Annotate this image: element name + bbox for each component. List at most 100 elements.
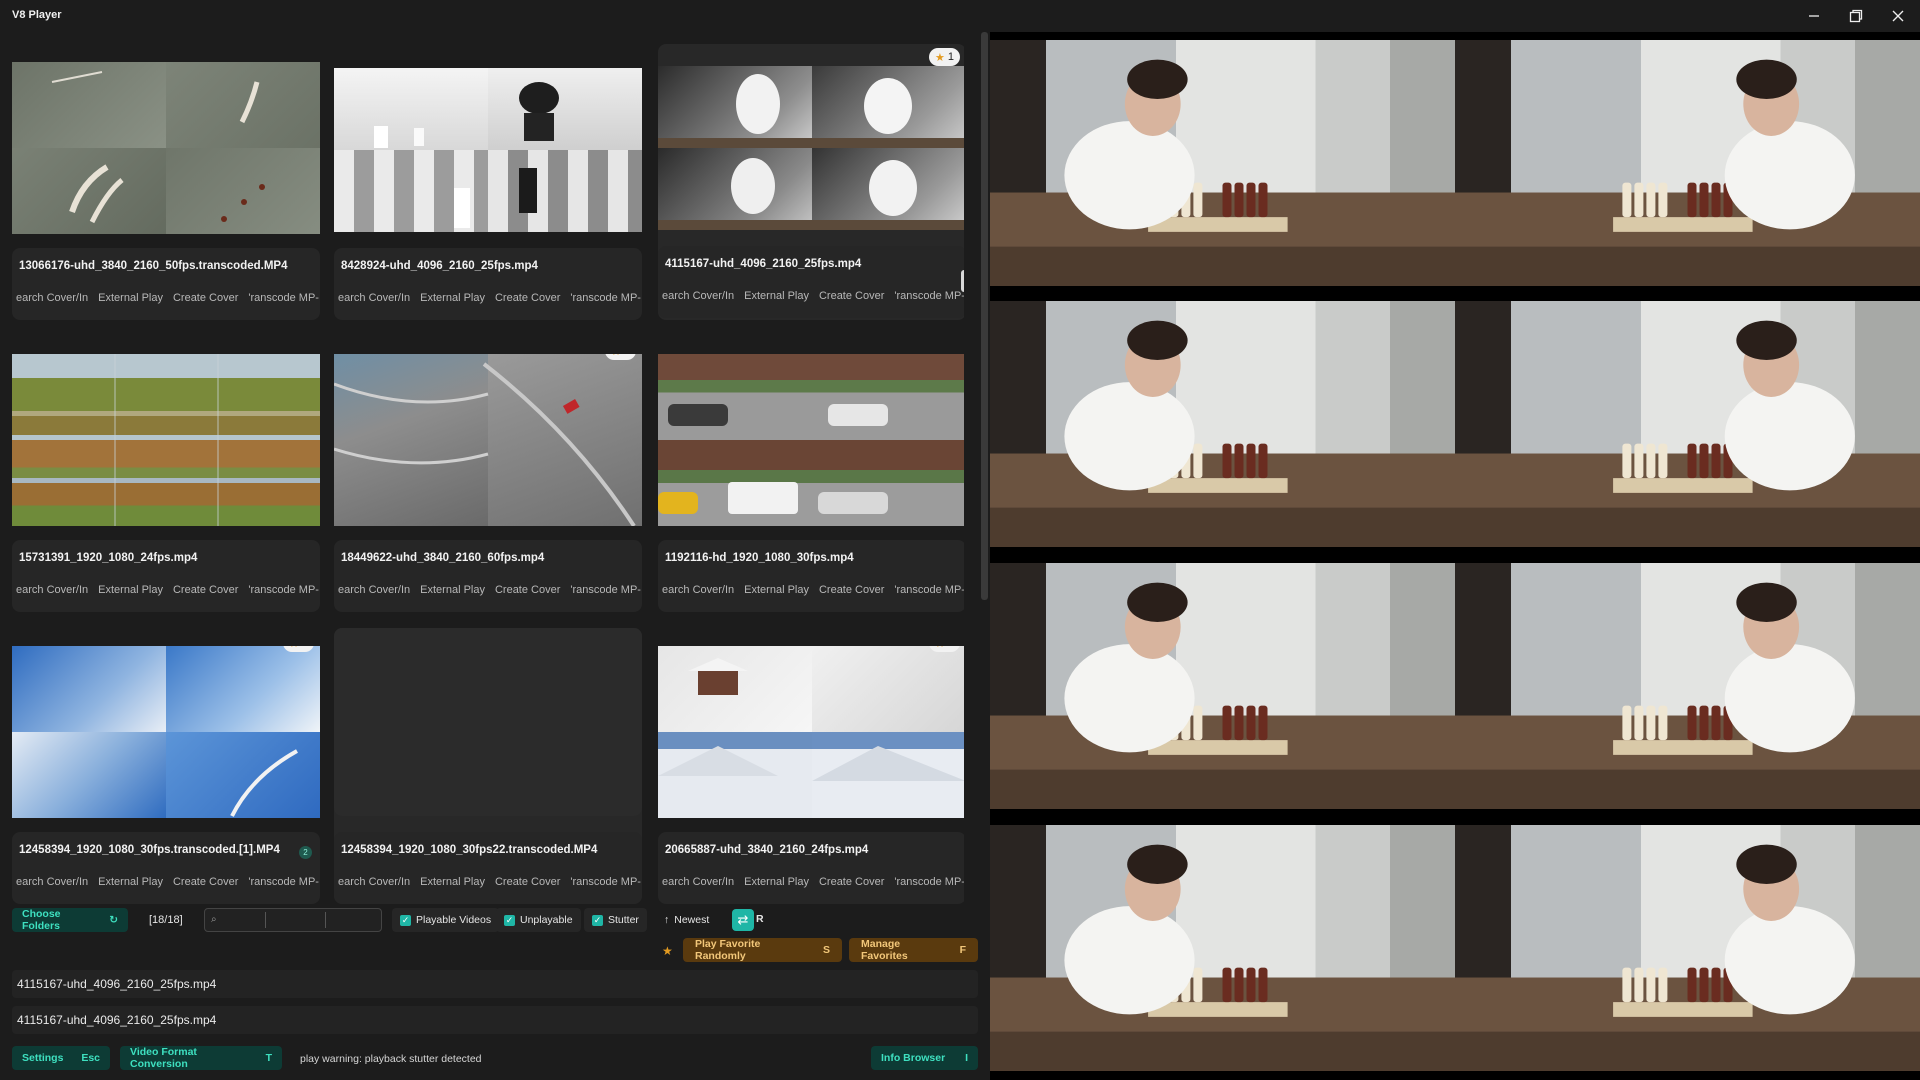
- external-play-action[interactable]: External Play: [98, 584, 163, 596]
- search-cover-action[interactable]: earch Cover/In: [338, 876, 410, 888]
- shuffle-icon: ⇄: [737, 912, 749, 927]
- settings-button[interactable]: Settings Esc: [12, 1046, 110, 1070]
- video-thumbnail[interactable]: ★1: [658, 646, 964, 818]
- video-thumbnail[interactable]: ★2: [334, 354, 642, 526]
- close-icon: [1892, 10, 1904, 22]
- play-favorite-randomly-button[interactable]: Play Favorite Randomly S: [683, 938, 842, 962]
- video-filename: 1192116-hd_1920_1080_30fps.mp4: [665, 552, 854, 564]
- create-cover-action[interactable]: Create Cover: [173, 876, 238, 888]
- star-icon: ★: [935, 51, 945, 64]
- maximize-icon: [1849, 9, 1863, 23]
- random-toggle-button[interactable]: ⇄: [732, 909, 754, 931]
- create-cover-action[interactable]: Create Cover: [495, 584, 560, 596]
- create-cover-action[interactable]: Create Cover: [819, 290, 884, 302]
- video-card[interactable]: ★1 12458394_1920_1080_30fps.transcoded.[…: [12, 628, 320, 904]
- external-play-action[interactable]: External Play: [744, 876, 809, 888]
- external-play-action[interactable]: External Play: [420, 584, 485, 596]
- external-play-action[interactable]: External Play: [98, 876, 163, 888]
- create-cover-action[interactable]: Create Cover: [495, 292, 560, 304]
- maximize-button[interactable]: [1834, 0, 1878, 32]
- current-path-field[interactable]: 4115167-uhd_4096_2160_25fps.mp4: [12, 970, 978, 998]
- choose-folders-button[interactable]: Choose Folders ↻: [12, 908, 128, 932]
- video-thumbnail[interactable]: [12, 354, 320, 526]
- transcode-action[interactable]: 'ranscode MP-: [570, 584, 641, 596]
- video-grid: 13066176-uhd_3840_2160_50fps.transcoded.…: [12, 44, 964, 929]
- search-cover-action[interactable]: earch Cover/In: [662, 290, 734, 302]
- unplayable-checkbox[interactable]: ✓ Unplayable: [496, 908, 581, 932]
- video-card[interactable]: 15731391_1920_1080_24fps.mp4 earch Cover…: [12, 336, 320, 612]
- video-card[interactable]: ★2 18449622-uhd_3840_2160_60fps.mp4 earc…: [334, 336, 642, 612]
- player-tile[interactable]: [1455, 40, 1920, 286]
- search-cover-action[interactable]: earch Cover/In: [16, 876, 88, 888]
- create-cover-action[interactable]: Create Cover: [819, 876, 884, 888]
- video-filename: 15731391_1920_1080_24fps.mp4: [19, 552, 198, 564]
- player-tile[interactable]: [990, 563, 1455, 809]
- create-cover-action[interactable]: Create Cover: [173, 292, 238, 304]
- video-thumbnail[interactable]: [658, 66, 964, 230]
- video-thumbnail-empty[interactable]: [334, 628, 642, 816]
- video-filename: 12458394_1920_1080_30fps.transcoded.[1].…: [19, 844, 280, 856]
- video-card[interactable]: 13066176-uhd_3840_2160_50fps.transcoded.…: [12, 44, 320, 320]
- sort-newest-button[interactable]: ↑ Newest: [656, 908, 717, 932]
- video-thumbnail[interactable]: [12, 62, 320, 234]
- video-thumbnail[interactable]: [658, 354, 964, 526]
- star-icon: ★: [611, 354, 621, 358]
- video-thumbnail[interactable]: [334, 68, 642, 232]
- video-format-conversion-button[interactable]: Video Format Conversion T: [120, 1046, 282, 1070]
- external-play-action[interactable]: External Play: [744, 584, 809, 596]
- video-meta: 4115167-uhd_4096_2160_25fps.mp4 earch Co…: [658, 246, 964, 318]
- status-message: play warning: playback stutter detected: [300, 1053, 482, 1065]
- external-play-action[interactable]: External Play: [420, 876, 485, 888]
- video-card[interactable]: 8428924-uhd_4096_2160_25fps.mp4 earch Co…: [334, 44, 642, 320]
- search-input[interactable]: ⌕: [204, 908, 382, 932]
- external-play-action[interactable]: External Play: [744, 290, 809, 302]
- video-filename: 4115167-uhd_4096_2160_25fps.mp4: [665, 258, 862, 270]
- search-cover-action[interactable]: earch Cover/In: [338, 584, 410, 596]
- player-tile[interactable]: [1455, 563, 1920, 809]
- transcode-action[interactable]: 'ranscode MP-: [894, 876, 964, 888]
- player-tile[interactable]: [1455, 301, 1920, 547]
- video-meta: 1192116-hd_1920_1080_30fps.mp4 earch Cov…: [658, 540, 964, 612]
- video-meta: 20665887-uhd_3840_2160_24fps.mp4 earch C…: [658, 832, 964, 904]
- video-card[interactable]: 1192116-hd_1920_1080_30fps.mp4 earch Cov…: [658, 336, 964, 612]
- create-cover-action[interactable]: Create Cover: [495, 876, 560, 888]
- title-bar: V8 Player: [0, 0, 1920, 32]
- minimize-button[interactable]: [1792, 0, 1836, 32]
- selected-path-field[interactable]: 4115167-uhd_4096_2160_25fps.mp4: [12, 1006, 978, 1034]
- search-cover-action[interactable]: earch Cover/In: [16, 584, 88, 596]
- transcode-action[interactable]: 'ranscode MP-: [570, 876, 641, 888]
- grid-scrollbar[interactable]: [981, 32, 988, 600]
- transcode-action[interactable]: 'ranscode MP-: [248, 584, 319, 596]
- video-player-grid[interactable]: [990, 32, 1920, 1080]
- info-browser-button[interactable]: Info Browser I: [871, 1046, 978, 1070]
- stutter-checkbox[interactable]: ✓ Stutter: [584, 908, 647, 932]
- card-scroll-handle[interactable]: [961, 270, 964, 292]
- playable-videos-checkbox[interactable]: ✓ Playable Videos: [392, 908, 500, 932]
- player-tile[interactable]: [990, 301, 1455, 547]
- create-cover-action[interactable]: Create Cover: [173, 584, 238, 596]
- transcode-action[interactable]: 'ranscode MP-: [570, 292, 641, 304]
- create-cover-action[interactable]: Create Cover: [819, 584, 884, 596]
- transcode-action[interactable]: 'ranscode MP-: [248, 292, 319, 304]
- random-key: R: [756, 913, 764, 925]
- transcode-action[interactable]: 'ranscode MP-: [894, 290, 964, 302]
- player-tile[interactable]: [990, 40, 1455, 286]
- video-meta: 18449622-uhd_3840_2160_60fps.mp4 earch C…: [334, 540, 642, 612]
- search-cover-action[interactable]: earch Cover/In: [338, 292, 410, 304]
- player-tile[interactable]: [1455, 825, 1920, 1071]
- video-filename: 8428924-uhd_4096_2160_25fps.mp4: [341, 260, 538, 272]
- search-cover-action[interactable]: earch Cover/In: [662, 584, 734, 596]
- search-cover-action[interactable]: earch Cover/In: [662, 876, 734, 888]
- search-cover-action[interactable]: earch Cover/In: [16, 292, 88, 304]
- manage-favorites-button[interactable]: Manage Favorites F: [849, 938, 978, 962]
- video-card-selected[interactable]: ★ 1 4115167-uhd_4096_2160_25fps.mp4 earch…: [658, 44, 964, 320]
- transcode-action[interactable]: 'ranscode MP-: [248, 876, 319, 888]
- external-play-action[interactable]: External Play: [98, 292, 163, 304]
- video-card[interactable]: 12458394_1920_1080_30fps22.transcoded.MP…: [334, 628, 642, 904]
- player-tile[interactable]: [990, 825, 1455, 1071]
- transcode-action[interactable]: 'ranscode MP-: [894, 584, 964, 596]
- video-card[interactable]: ★1 20665887-uhd_3840_2160_24fps.mp4 earc…: [658, 628, 964, 904]
- video-thumbnail[interactable]: ★1: [12, 646, 320, 818]
- external-play-action[interactable]: External Play: [420, 292, 485, 304]
- close-button[interactable]: [1876, 0, 1920, 32]
